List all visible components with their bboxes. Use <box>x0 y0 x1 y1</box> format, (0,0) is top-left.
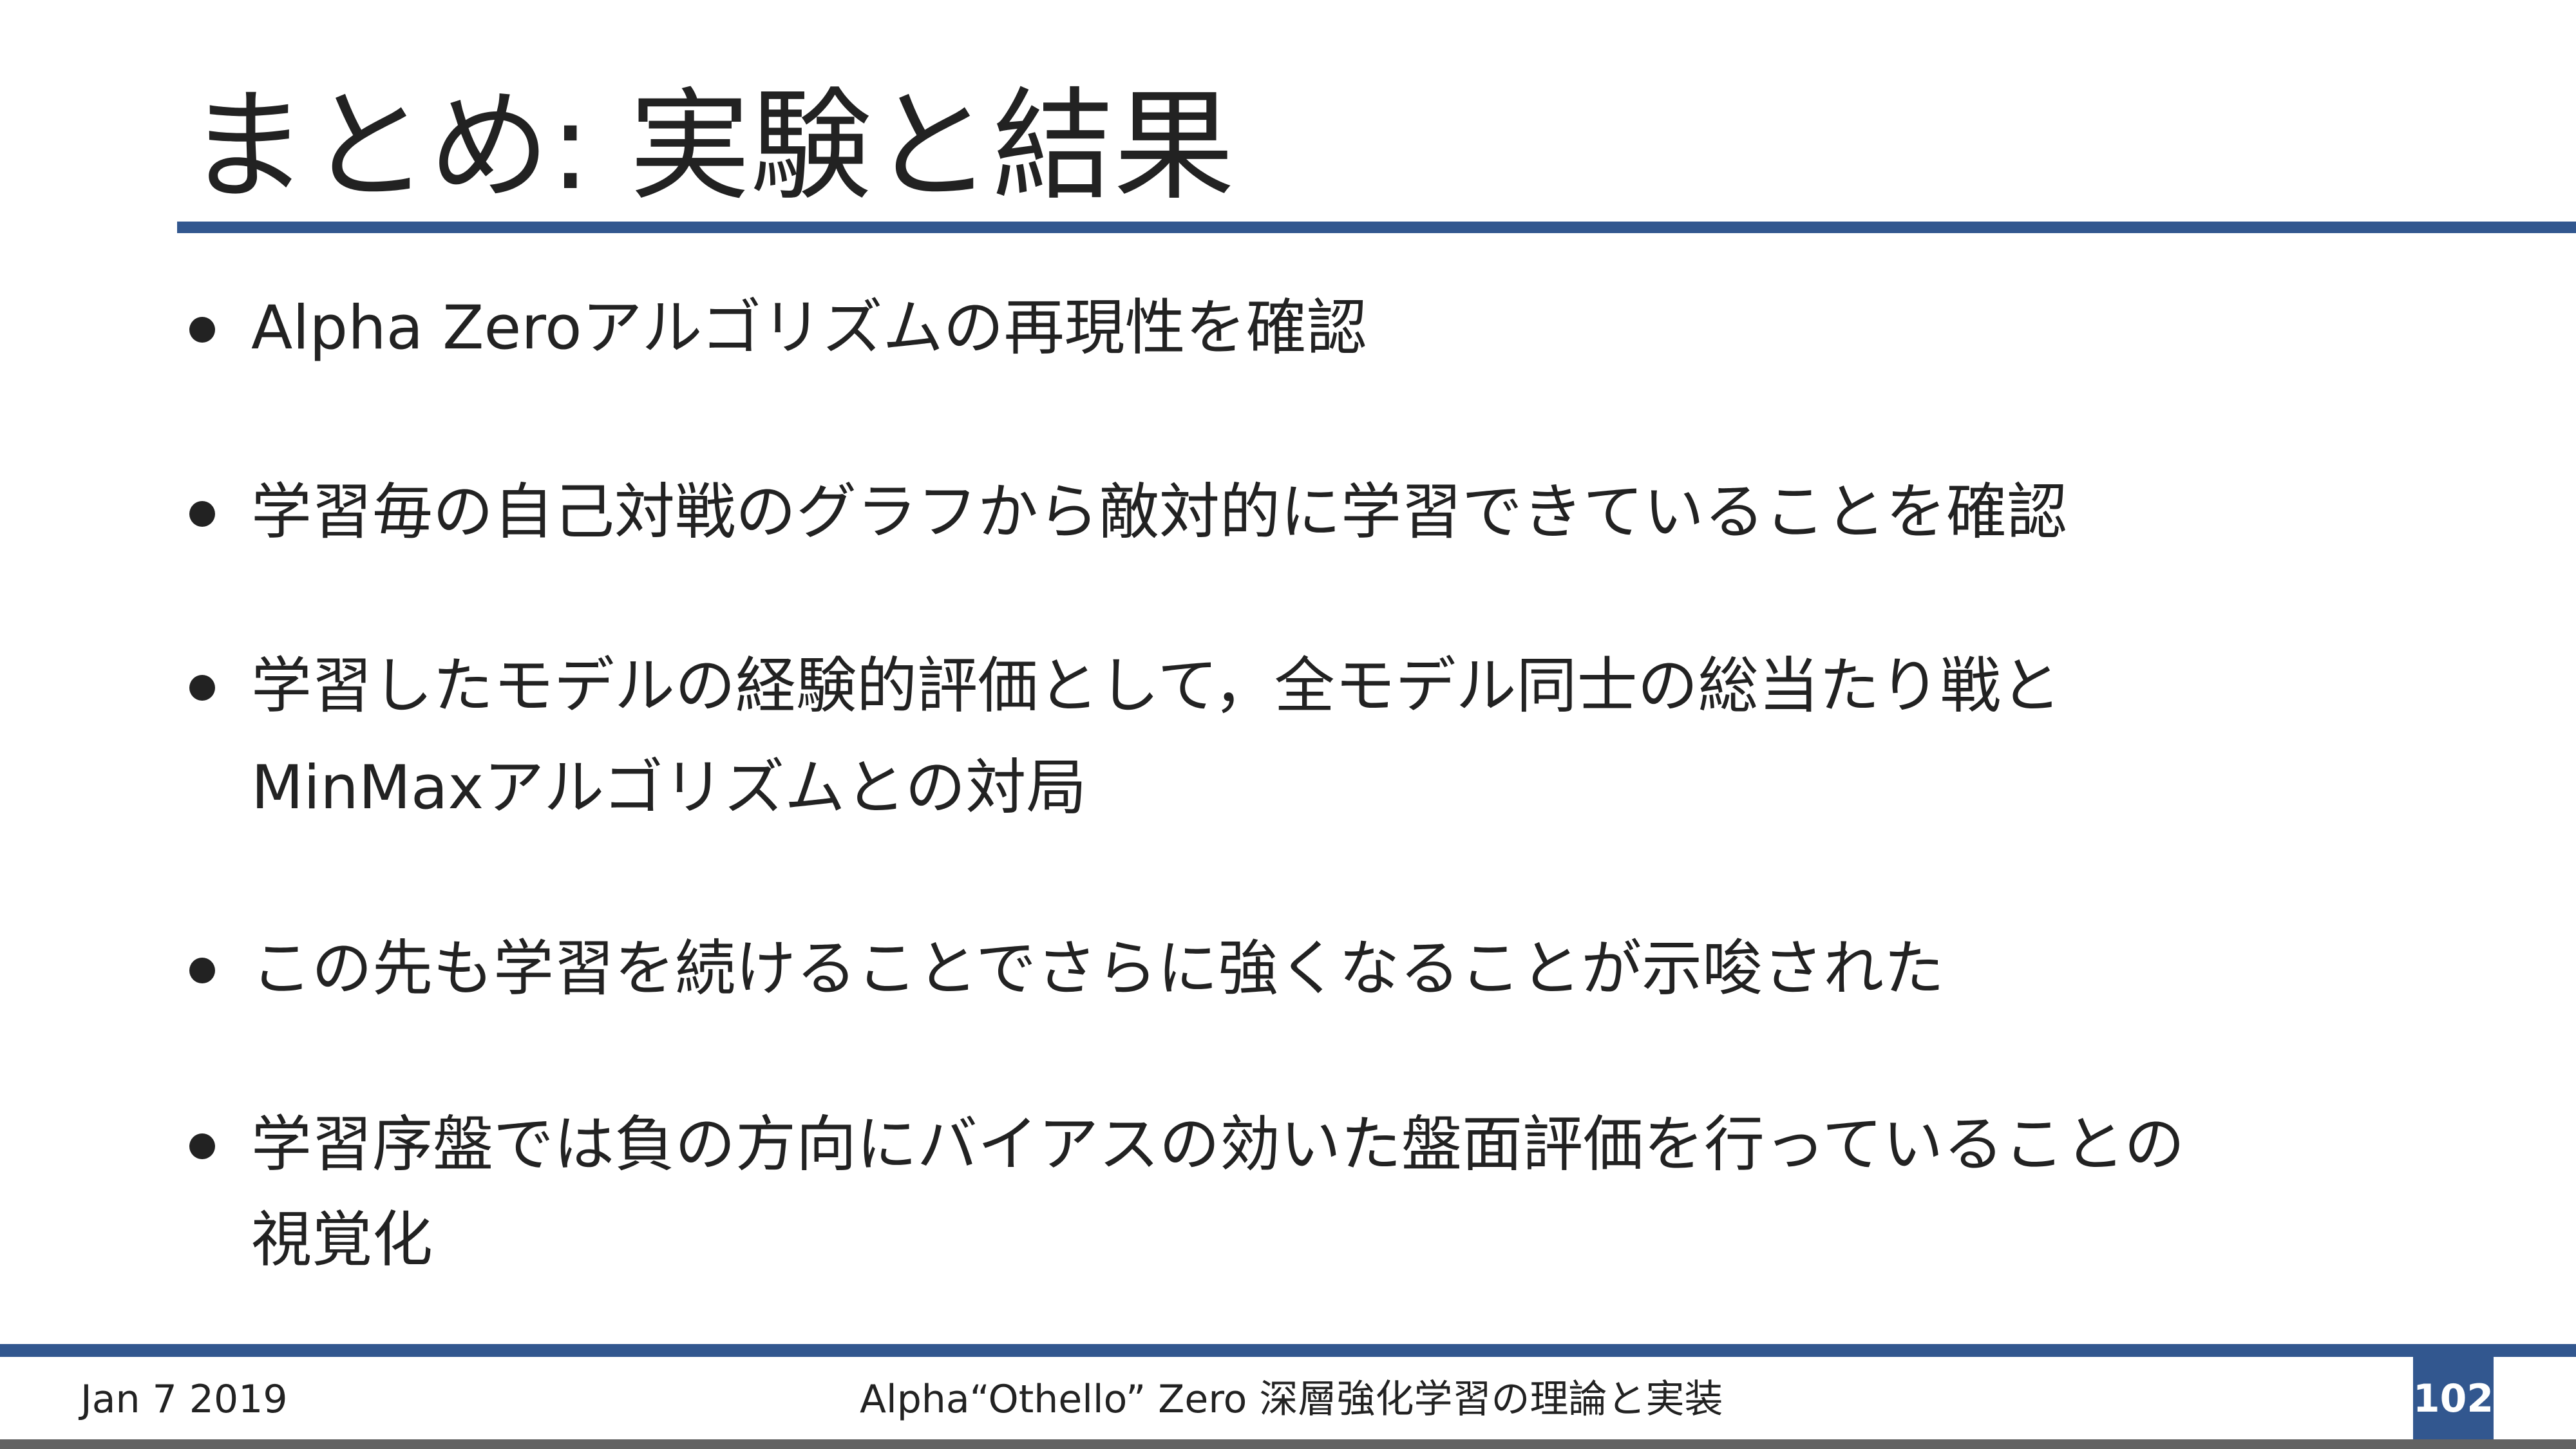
bullet-dot-icon <box>189 675 215 701</box>
bullet-text: この先も学習を続けることでさらに強くなることが示唆された <box>251 934 1945 1004</box>
bullet-dot-icon <box>189 317 215 343</box>
footer-date: Jan 7 2019 <box>80 1377 288 1422</box>
footer-presentation-title: Alpha“Othello” Zero 深層強化学習の理論と実装 <box>860 1377 1723 1422</box>
page-number: 102 <box>2413 1344 2494 1441</box>
bullet-dot-icon <box>189 501 215 527</box>
bullet-text-continuation: 視覚化 <box>251 1205 433 1275</box>
bullet-text: 学習したモデルの経験的評価として，全モデル同士の総当たり戦と <box>251 651 2061 721</box>
bullet-dot-icon <box>189 958 215 983</box>
bullet-text-continuation: MinMaxアルゴリズムとの対局 <box>251 753 1087 823</box>
footer-rule <box>0 1344 2576 1357</box>
slide-title: まとめ: 実験と結果 <box>187 76 1235 217</box>
bullet-text: 学習毎の自己対戦のグラフから敵対的に学習できていることを確認 <box>251 477 2068 547</box>
bullet-dot-icon <box>189 1133 215 1159</box>
bullet-text: 学習序盤では負の方向にバイアスの効いた盤面評価を行っていることの <box>251 1110 2185 1180</box>
bullet-text: Alpha Zeroアルゴリズムの再現性を確認 <box>251 293 1367 363</box>
title-underline <box>177 222 2576 233</box>
bottom-bar <box>0 1439 2576 1449</box>
